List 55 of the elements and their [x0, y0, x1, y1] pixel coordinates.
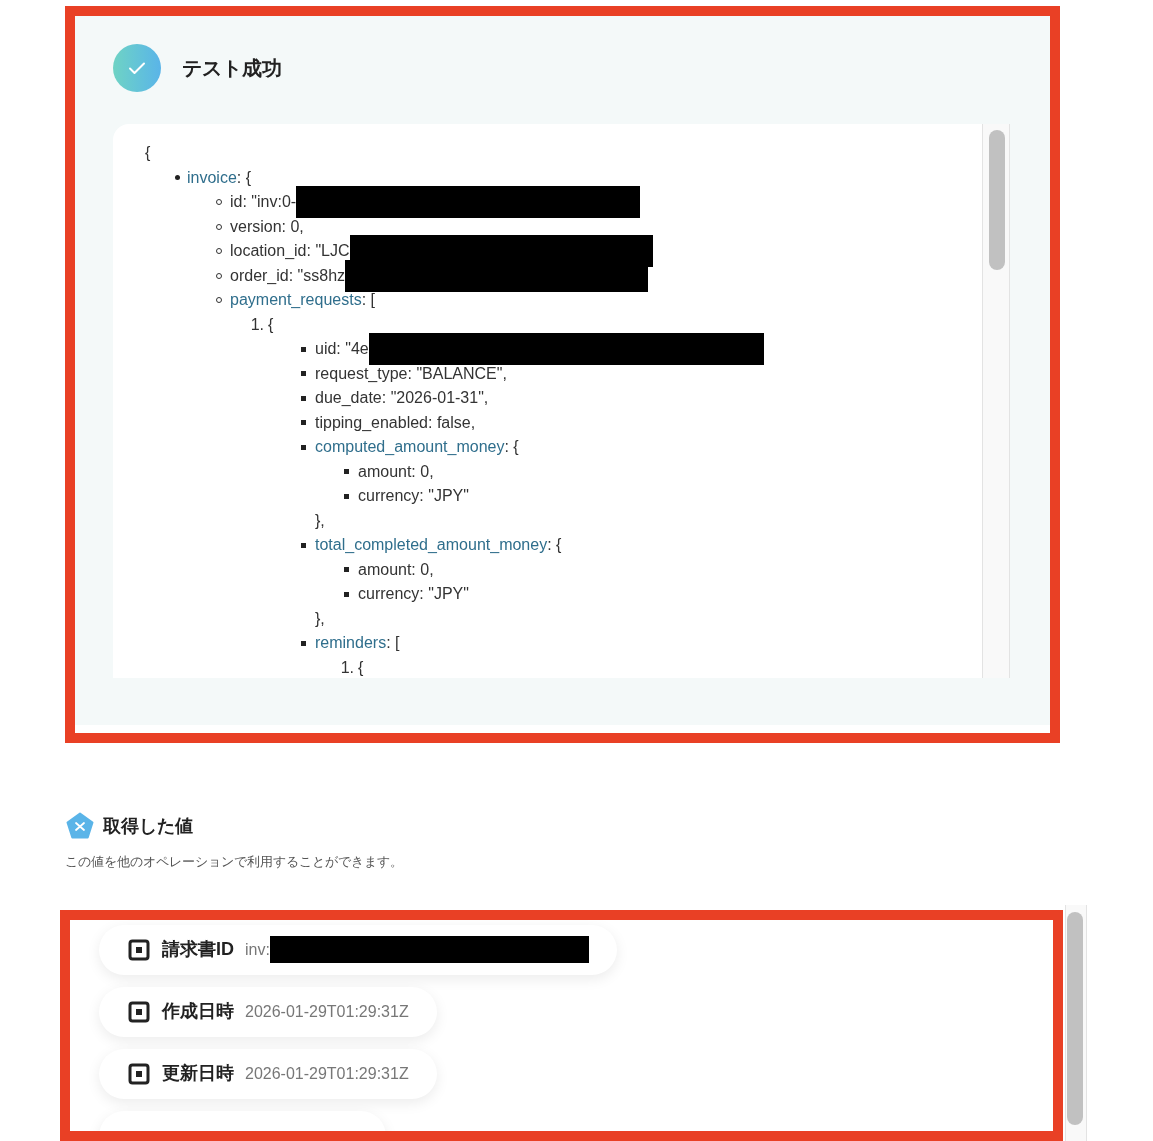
section-title: 取得した値 — [103, 814, 193, 838]
bullet-icon — [175, 175, 180, 181]
bullet-icon — [301, 640, 306, 646]
value-chip[interactable]: 作成日時 2026-01-29T01:29:31Z — [99, 986, 437, 1037]
variable-icon — [66, 812, 94, 840]
value-label: 請求書ID — [162, 938, 234, 961]
bullet-icon — [344, 567, 349, 573]
list-number: 1. — [340, 657, 354, 678]
code-line: location_id: "LJC — [230, 241, 350, 261]
bullet-icon — [301, 542, 306, 548]
code-line: { — [145, 143, 152, 163]
value-chip[interactable]: 請求書ID inv: — [99, 924, 617, 975]
code-line: amount: 0, — [358, 559, 434, 580]
code-line: reminders: [ — [315, 633, 400, 653]
bullet-icon — [344, 469, 349, 475]
code-line: total_completed_amount_money: { — [315, 535, 562, 555]
code-line: invoice: { — [187, 167, 252, 188]
code-line: uid: "4e — [315, 339, 369, 359]
code-line: { — [268, 314, 274, 335]
bullet-icon — [301, 371, 306, 377]
square-icon — [128, 1062, 150, 1085]
code-line: computed_amount_money: { — [315, 437, 519, 457]
bullet-icon — [344, 591, 349, 597]
square-icon — [128, 938, 150, 961]
code-line: currency: "JPY" — [358, 584, 469, 604]
value-text: 2026-01-29T01:29:31Z — [245, 1001, 409, 1022]
list-number: 1. — [250, 314, 264, 335]
value-chip[interactable]: 更新日時 2026-01-29T01:29:31Z — [99, 1048, 437, 1099]
bullet-icon — [301, 444, 306, 450]
square-icon — [128, 1000, 150, 1023]
result-title: テスト成功 — [182, 56, 282, 81]
value-label: 更新日時 — [162, 1062, 234, 1085]
section-description: この値を他のオペレーションで利用することができます。 — [65, 853, 404, 871]
bullet-icon — [301, 420, 306, 426]
value-text: inv: — [245, 939, 270, 960]
bullet-icon — [344, 493, 349, 499]
code-line: version: 0, — [230, 216, 304, 237]
code-line: { — [358, 657, 364, 678]
code-line: payment_requests: [ — [230, 290, 375, 310]
bullet-icon — [301, 395, 306, 401]
bullet-icon — [301, 346, 306, 352]
value-label: 作成日時 — [162, 1000, 234, 1023]
scrollbar-thumb[interactable] — [989, 130, 1005, 270]
scrollbar-thumb[interactable] — [1067, 911, 1083, 1125]
code-line: request_type: "BALANCE", — [315, 363, 507, 384]
code-line: tipping_enabled: false, — [315, 412, 476, 433]
code-line: currency: "JPY" — [358, 486, 469, 506]
success-icon — [113, 44, 161, 92]
code-line: order_id: "ss8hz — [230, 265, 346, 286]
code-line: id: "inv:0- — [230, 192, 297, 212]
code-line: amount: 0, — [358, 461, 434, 482]
value-text: 2026-01-29T01:29:31Z — [245, 1063, 409, 1084]
code-line: due_date: "2026-01-31", — [315, 388, 489, 408]
code-line: }, — [315, 510, 326, 531]
code-line: }, — [315, 608, 326, 629]
